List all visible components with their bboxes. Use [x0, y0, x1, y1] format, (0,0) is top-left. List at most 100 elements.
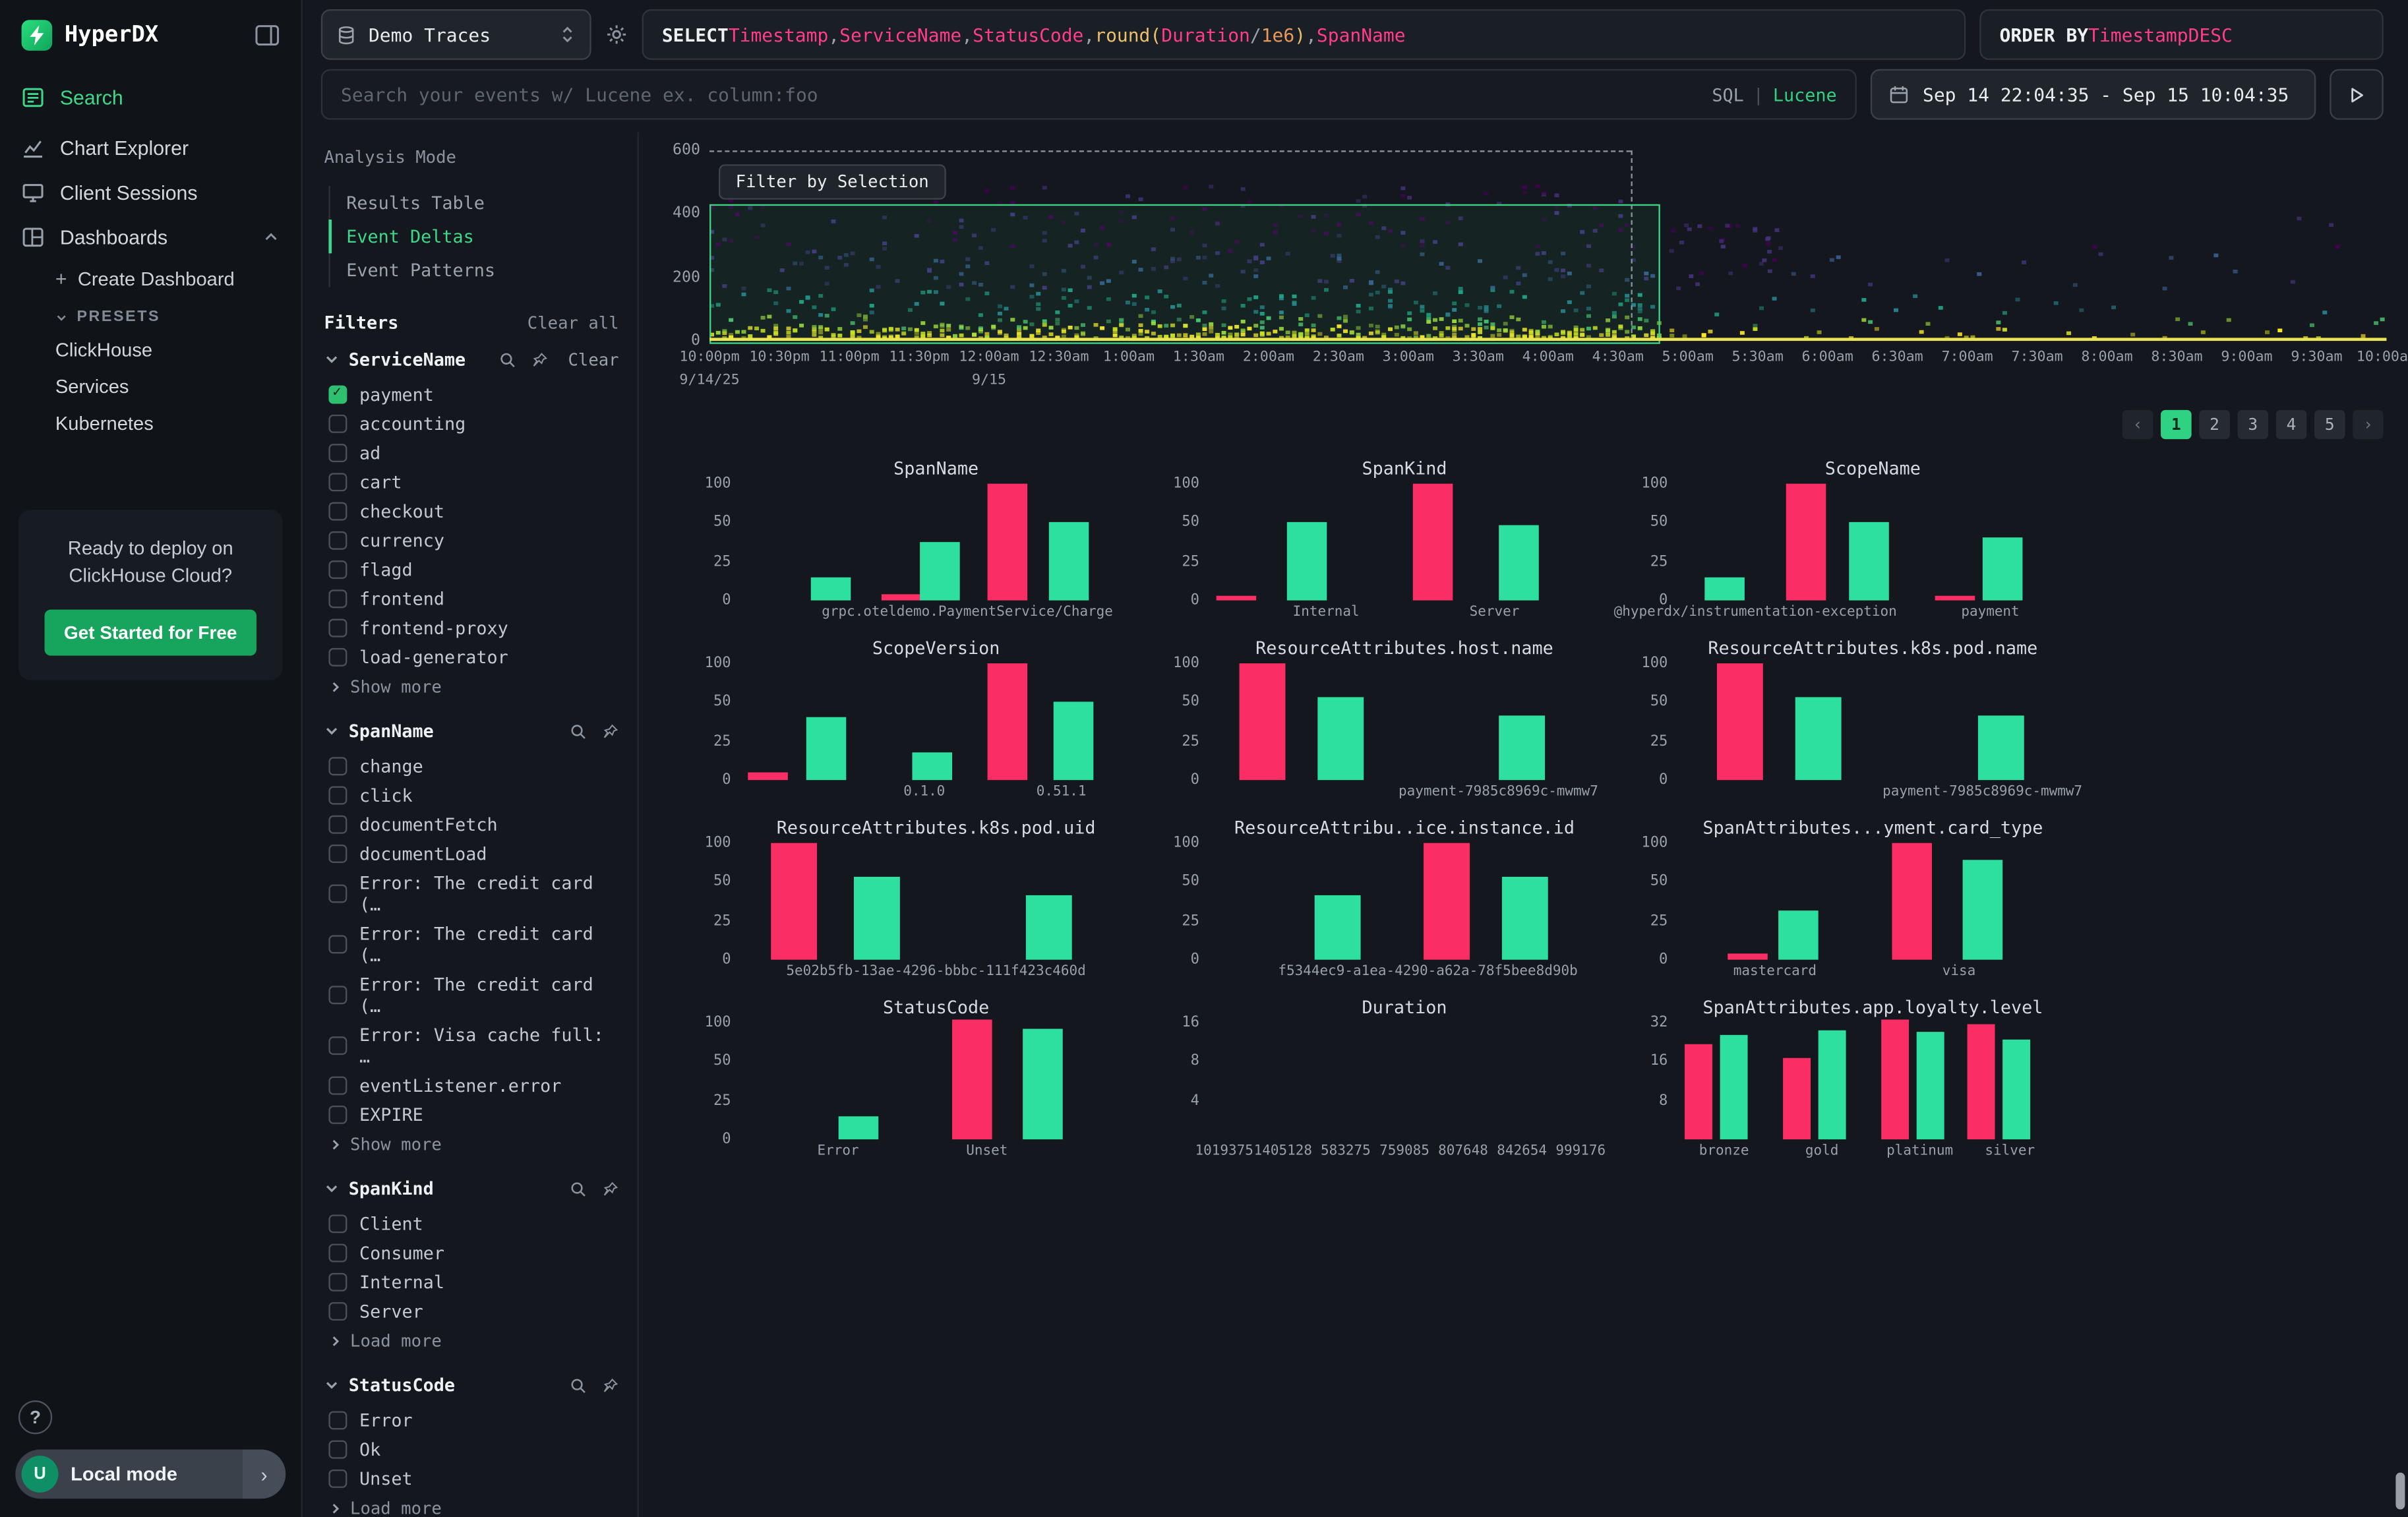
bar-green[interactable] [807, 718, 847, 781]
mini-chart-plot[interactable]: 10050250@hyperdx/instrumentation-excepti… [1677, 484, 2068, 601]
bar-pink[interactable] [1935, 596, 1975, 601]
order-by-input[interactable]: ORDER BY Timestamp DESC [1979, 9, 2384, 60]
pin-icon[interactable] [602, 1377, 619, 1394]
checkbox[interactable] [328, 384, 347, 403]
bar-pink[interactable] [1881, 1019, 1908, 1139]
filter-option[interactable]: cart [324, 467, 618, 496]
pin-icon[interactable] [531, 351, 549, 368]
bar-green[interactable] [1050, 523, 1090, 601]
bar-green[interactable] [1498, 525, 1538, 601]
filter-option[interactable]: frontend-proxy [324, 612, 618, 641]
bar-pink[interactable] [1783, 1058, 1811, 1139]
filter-option[interactable]: currency [324, 525, 618, 554]
bar-green[interactable] [1314, 895, 1360, 960]
presets-toggle[interactable]: PRESETS [0, 298, 301, 332]
help-button[interactable]: ? [18, 1400, 52, 1434]
show-more-button[interactable]: Show more [324, 1129, 618, 1155]
search-icon[interactable] [570, 1377, 587, 1394]
select-clause-input[interactable]: SELECT Timestamp, ServiceName, StatusCod… [642, 9, 1966, 60]
mini-chart-plot[interactable]: 10050250ErrorUnset [740, 1023, 1132, 1139]
bar-green[interactable] [1054, 702, 1094, 780]
filter-option[interactable]: Error: The credit card (… [324, 918, 618, 969]
bar-pink[interactable] [1716, 663, 1762, 780]
filter-option[interactable]: eventListener.error [324, 1070, 618, 1099]
bar-green[interactable] [1318, 697, 1364, 780]
bar-green[interactable] [1287, 523, 1327, 601]
bar-green[interactable] [1498, 715, 1544, 780]
bar-green[interactable] [920, 543, 961, 601]
mini-chart-plot[interactable]: 10050250payment-7985c8969c-mwmw7 [1209, 663, 1600, 780]
checkbox[interactable] [328, 934, 347, 953]
get-started-button[interactable]: Get Started for Free [44, 610, 257, 656]
checkbox[interactable] [328, 560, 347, 578]
sidebar-item-services[interactable]: Services [0, 369, 301, 405]
filter-option[interactable]: Error: Visa cache full: … [324, 1020, 618, 1071]
checkbox[interactable] [328, 647, 347, 666]
bar-green[interactable] [1022, 1028, 1062, 1139]
sidebar-item-search[interactable]: Search [0, 75, 301, 120]
search-input[interactable] [341, 84, 1702, 105]
bar-green[interactable] [1795, 697, 1841, 780]
filter-by-selection-button[interactable]: Filter by Selection [719, 164, 946, 200]
date-range-picker[interactable]: Sep 14 22:04:35 - Sep 15 10:04:35 [1871, 69, 2316, 120]
bar-pink[interactable] [1892, 843, 1933, 960]
checkbox[interactable] [328, 589, 347, 607]
checkbox[interactable] [328, 985, 347, 1003]
lucene-mode-button[interactable]: Lucene [1773, 84, 1837, 105]
bar-pink[interactable] [1240, 663, 1286, 780]
filter-option[interactable]: payment [324, 379, 618, 408]
filter-option[interactable]: flagd [324, 554, 618, 583]
filter-option[interactable]: Error [324, 1405, 618, 1434]
facet-header[interactable]: ServiceNameClear [324, 349, 618, 371]
bar-pink[interactable] [987, 484, 1027, 601]
checkbox[interactable] [328, 815, 347, 833]
bar-pink[interactable] [1217, 596, 1257, 601]
sidebar-item-chart-explorer[interactable]: Chart Explorer [0, 126, 301, 171]
filter-option[interactable]: checkout [324, 496, 618, 525]
checkbox[interactable] [328, 756, 347, 775]
create-dashboard-button[interactable]: + Create Dashboard [0, 260, 301, 298]
sidebar-item-client-sessions[interactable]: Client Sessions [0, 171, 301, 216]
bar-green[interactable] [1502, 877, 1548, 960]
checkbox[interactable] [328, 1301, 347, 1320]
facet-clear-button[interactable]: Clear [568, 349, 618, 369]
bar-green[interactable] [1720, 1034, 1748, 1139]
checkbox[interactable] [328, 1469, 347, 1487]
bar-green[interactable] [1704, 577, 1745, 600]
filter-option[interactable]: Error: The credit card (… [324, 868, 618, 918]
pager-next-button[interactable]: › [2353, 410, 2384, 439]
filter-option[interactable]: click [324, 780, 618, 809]
search-icon[interactable] [570, 723, 587, 740]
filter-option[interactable]: Unset [324, 1464, 618, 1493]
source-select[interactable]: Demo Traces [321, 9, 591, 60]
filter-option[interactable]: Server [324, 1296, 618, 1325]
bar-green[interactable] [1818, 1030, 1846, 1140]
checkbox[interactable] [328, 844, 347, 862]
bar-pink[interactable] [771, 843, 818, 960]
sidebar-item-dashboards[interactable]: Dashboards [0, 215, 301, 260]
bar-green[interactable] [811, 577, 851, 600]
pager-page-4[interactable]: 4 [2276, 410, 2307, 439]
show-more-button[interactable]: Show more [324, 671, 618, 698]
bar-pink[interactable] [951, 1020, 992, 1139]
bar-pink[interactable] [1787, 484, 1827, 601]
filter-option[interactable]: documentFetch [324, 809, 618, 838]
local-mode-button[interactable]: U Local mode › [15, 1450, 286, 1499]
scrollbar-thumb[interactable] [2395, 1473, 2405, 1510]
mini-chart-plot[interactable]: 10050250InternalServer [1209, 484, 1600, 601]
filter-option[interactable]: frontend [324, 583, 618, 612]
heatmap-plot[interactable]: Filter by Selection [709, 150, 2386, 341]
pager-prev-button[interactable]: ‹ [2122, 410, 2153, 439]
tab-event-patterns[interactable]: Event Patterns [328, 253, 618, 287]
mini-chart-plot[interactable]: 1684101937514051285832757590858076488426… [1209, 1023, 1600, 1139]
filter-option[interactable]: EXPIRE [324, 1100, 618, 1129]
filter-option[interactable]: Client [324, 1208, 618, 1237]
checkbox[interactable] [328, 1440, 347, 1458]
sidebar-item-clickhouse[interactable]: ClickHouse [0, 332, 301, 369]
sidebar-collapse-icon[interactable] [255, 24, 280, 46]
checkbox[interactable] [328, 618, 347, 636]
checkbox[interactable] [328, 443, 347, 461]
pin-icon[interactable] [602, 1180, 619, 1197]
bar-pink[interactable] [1728, 953, 1768, 959]
pager-page-1[interactable]: 1 [2161, 410, 2192, 439]
